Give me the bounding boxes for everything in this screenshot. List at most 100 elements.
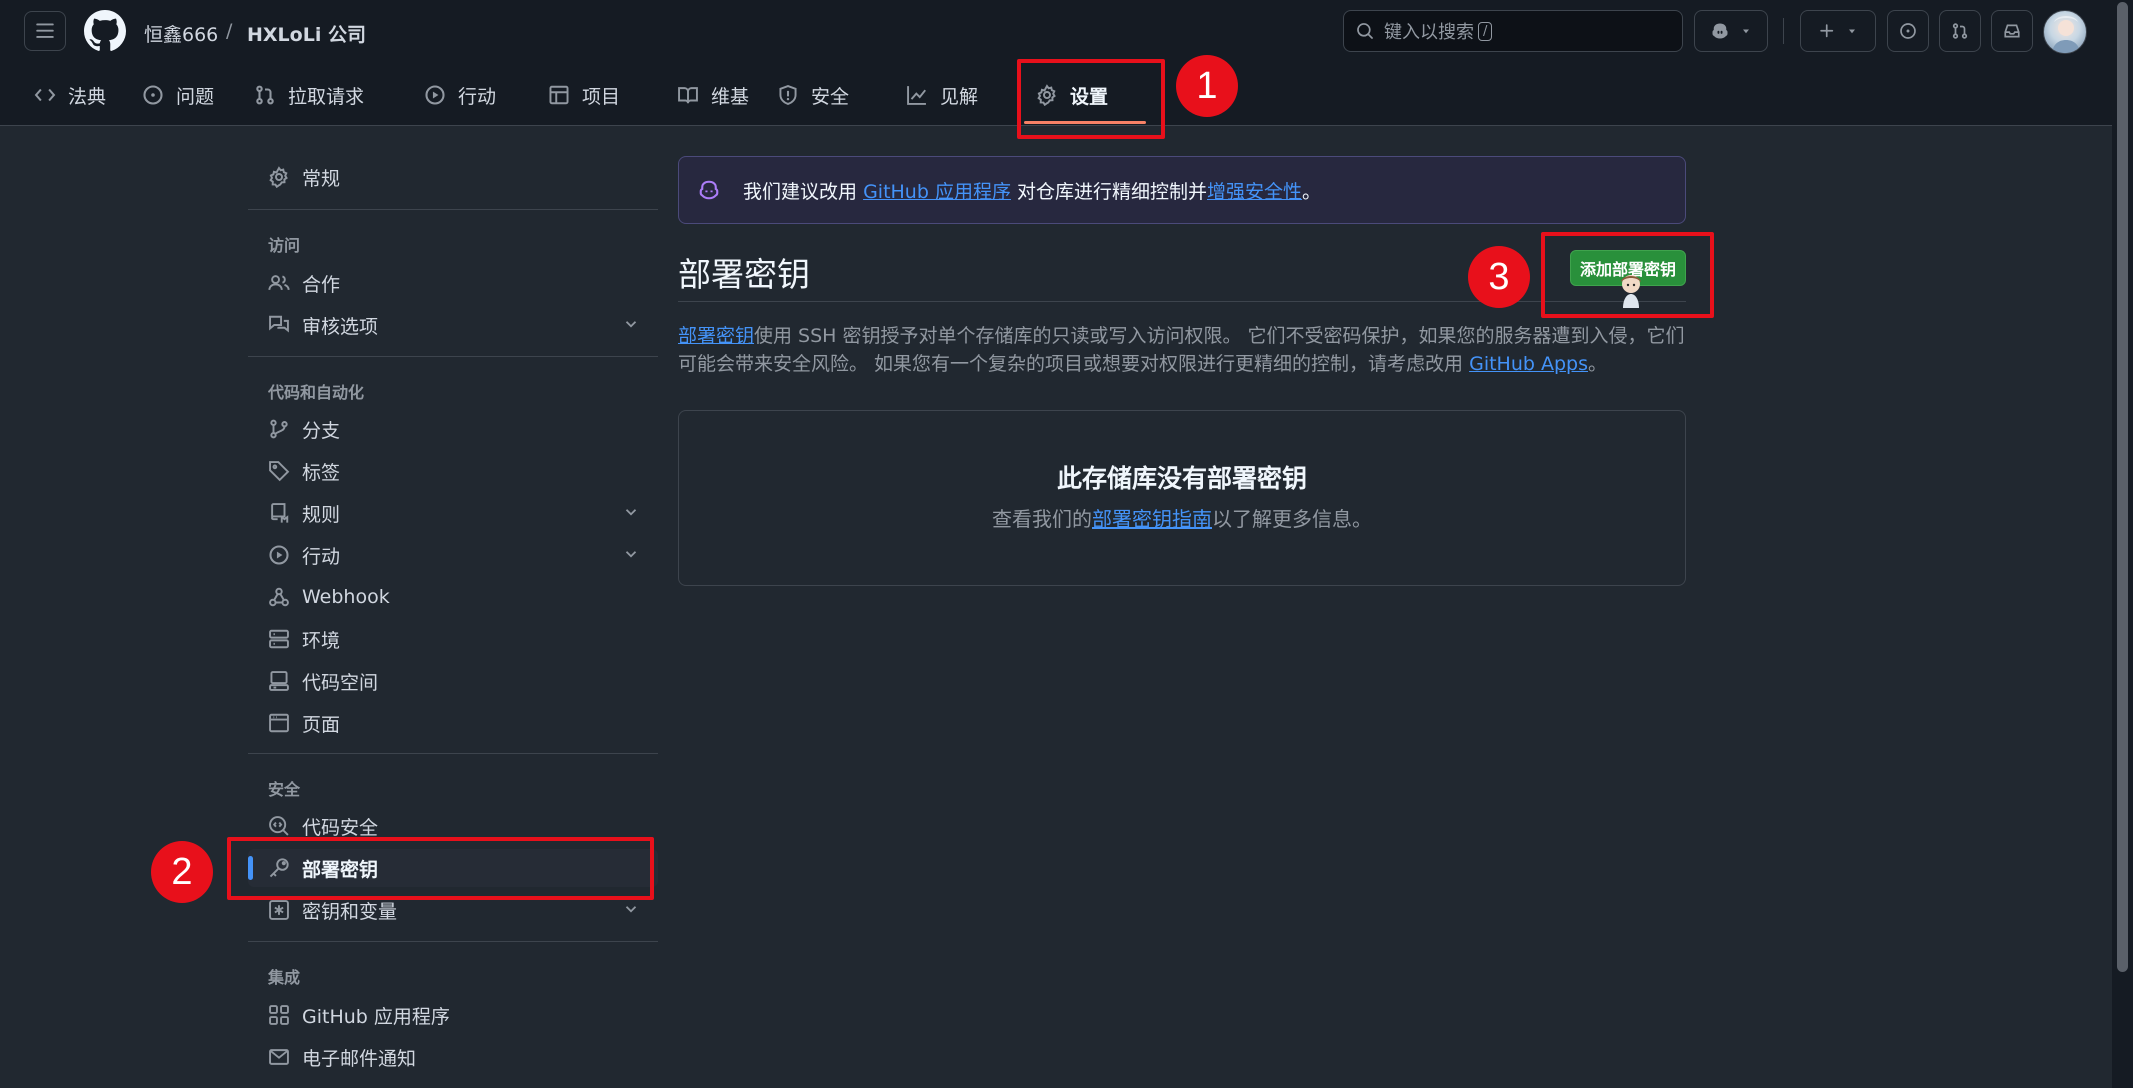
chevron-down-icon xyxy=(1849,29,1855,34)
description-end: 。 xyxy=(1588,353,1608,375)
sidebar-item-email-notifications[interactable]: 电子邮件通知 xyxy=(248,1038,658,1076)
callout-box-add-button xyxy=(1541,232,1714,318)
empty-prefix: 查看我们的 xyxy=(992,507,1092,531)
menu-button[interactable] xyxy=(24,11,66,51)
sidebar-item-rules[interactable]: 规则 xyxy=(248,494,658,532)
scrollbar-thumb[interactable] xyxy=(2117,2,2128,972)
sidebar-item-actions[interactable]: 行动 xyxy=(248,536,658,574)
empty-state-subtitle: 查看我们的部署密钥指南以了解更多信息。 xyxy=(679,503,1685,532)
pull-requests-button[interactable] xyxy=(1939,10,1981,52)
create-new-button[interactable] xyxy=(1800,10,1876,52)
tab-code[interactable]: 法典 xyxy=(34,74,106,116)
sidebar-item-pages[interactable]: 页面 xyxy=(248,704,658,742)
sidebar-item-moderation[interactable]: 审核选项 xyxy=(248,306,658,344)
sidebar-divider xyxy=(248,356,658,357)
search-input[interactable]: 键入以搜索 / xyxy=(1343,10,1683,52)
chevron-down-icon xyxy=(1743,29,1749,34)
sidebar-section-integrations: 集成 xyxy=(268,968,301,987)
security-link[interactable]: 增强安全性 xyxy=(1207,181,1302,203)
callout-badge-1: 1 xyxy=(1176,55,1238,117)
callout-box-settings xyxy=(1017,59,1165,139)
callout-badge-3: 3 xyxy=(1468,246,1530,308)
header-row: 恒鑫666 / HXLoLi 公司 键入以搜索 / xyxy=(0,0,2112,62)
issues-button[interactable] xyxy=(1887,10,1929,52)
plus-icon xyxy=(1820,24,1834,38)
tab-actions[interactable]: 行动 xyxy=(424,74,496,116)
copilot-icon xyxy=(1712,23,1728,39)
tab-label: 法典 xyxy=(68,85,107,108)
github-apps-banner: 我们建议改用 GitHub 应用程序 对仓库进行精细控制并增强安全性。 xyxy=(678,156,1686,224)
apps-icon xyxy=(269,1005,289,1025)
github-apps-link[interactable]: GitHub 应用程序 xyxy=(863,181,1011,203)
sidebar-item-environments[interactable]: 环境 xyxy=(248,620,658,658)
people-icon xyxy=(268,275,290,290)
sidebar-section-access: 访问 xyxy=(268,236,301,255)
pull-request-icon xyxy=(1952,23,1968,39)
banner-text: 我们建议改用 GitHub 应用程序 对仓库进行精细控制并增强安全性。 xyxy=(743,177,1321,204)
graph-icon xyxy=(907,86,927,105)
breadcrumb-repo[interactable]: HXLoLi 公司 xyxy=(247,20,366,47)
sidebar-item-label: 电子邮件通知 xyxy=(302,1047,417,1070)
search-icon xyxy=(1357,23,1373,39)
banner-suffix: 。 xyxy=(1302,180,1322,203)
server-icon xyxy=(269,629,289,649)
shield-icon xyxy=(779,85,797,105)
tab-insights[interactable]: 见解 xyxy=(906,74,978,116)
chevron-down-icon[interactable] xyxy=(622,545,640,563)
play-icon xyxy=(269,545,289,565)
sidebar-item-label: 合作 xyxy=(302,273,341,296)
user-avatar[interactable] xyxy=(2043,10,2087,54)
table-icon xyxy=(549,85,569,105)
header-divider xyxy=(1783,18,1784,44)
github-logo-icon[interactable] xyxy=(84,10,126,52)
browser-icon xyxy=(269,713,289,733)
search-placeholder: 键入以搜索 xyxy=(1384,22,1474,43)
sidebar-divider xyxy=(248,941,658,942)
comment-discussion-icon xyxy=(269,315,289,333)
sidebar-item-branches[interactable]: 分支 xyxy=(248,410,658,448)
tab-security[interactable]: 安全 xyxy=(777,74,849,116)
settings-sidebar: 常规 访问 合作 审核选项 代码和自动化 分支 标签 规则 行动 Webhook… xyxy=(248,126,658,1088)
sidebar-item-tags[interactable]: 标签 xyxy=(248,452,658,490)
sidebar-item-label: 审核选项 xyxy=(302,315,379,338)
tab-projects[interactable]: 项目 xyxy=(548,74,620,116)
banner-prefix: 我们建议改用 xyxy=(743,180,858,203)
deploy-keys-link[interactable]: 部署密钥 xyxy=(678,325,754,347)
pull-request-icon xyxy=(256,85,274,105)
tab-wiki[interactable]: 维基 xyxy=(677,74,749,116)
chevron-down-icon[interactable] xyxy=(622,315,640,333)
hamburger-icon xyxy=(36,23,54,38)
chevron-down-icon[interactable] xyxy=(622,503,640,521)
issue-icon xyxy=(143,85,163,105)
sidebar-item-codespaces[interactable]: 代码空间 xyxy=(248,662,658,700)
issue-icon xyxy=(1900,23,1916,39)
tab-label: 行动 xyxy=(458,85,497,108)
inbox-button[interactable] xyxy=(1991,10,2033,52)
sidebar-item-label: 规则 xyxy=(302,503,341,526)
tag-icon xyxy=(269,461,290,482)
codespaces-icon xyxy=(269,671,289,691)
sidebar-item-label: 代码安全 xyxy=(302,816,379,839)
tab-label: 项目 xyxy=(582,85,621,108)
sidebar-item-label: 代码空间 xyxy=(302,671,379,694)
gear-icon xyxy=(269,166,288,188)
tab-label: 拉取请求 xyxy=(288,85,365,108)
sidebar-item-webhooks[interactable]: Webhook xyxy=(248,578,658,616)
sidebar-item-collaborators[interactable]: 合作 xyxy=(248,264,658,302)
deploy-keys-guide-link[interactable]: 部署密钥指南 xyxy=(1092,507,1212,531)
sidebar-item-github-apps[interactable]: GitHub 应用程序 xyxy=(248,996,658,1034)
tab-pull-requests[interactable]: 拉取请求 xyxy=(254,74,364,116)
sidebar-item-label: Webhook xyxy=(302,586,390,608)
sidebar-item-label: 分支 xyxy=(302,419,341,442)
page-scrollbar[interactable] xyxy=(2112,0,2133,1088)
tab-issues[interactable]: 问题 xyxy=(142,74,214,116)
empty-state-box: 此存储库没有部署密钥 查看我们的部署密钥指南以了解更多信息。 xyxy=(678,410,1686,586)
breadcrumb-owner[interactable]: 恒鑫666 xyxy=(144,20,218,47)
chevron-down-icon[interactable] xyxy=(622,900,640,918)
empty-suffix: 以了解更多信息。 xyxy=(1212,507,1372,531)
sidebar-item-label: 页面 xyxy=(302,713,341,736)
github-apps-docs-link[interactable]: GitHub Apps xyxy=(1469,353,1588,375)
copilot-button[interactable] xyxy=(1694,10,1768,52)
mail-icon xyxy=(269,1049,289,1065)
sidebar-item-general[interactable]: 常规 xyxy=(248,158,658,196)
